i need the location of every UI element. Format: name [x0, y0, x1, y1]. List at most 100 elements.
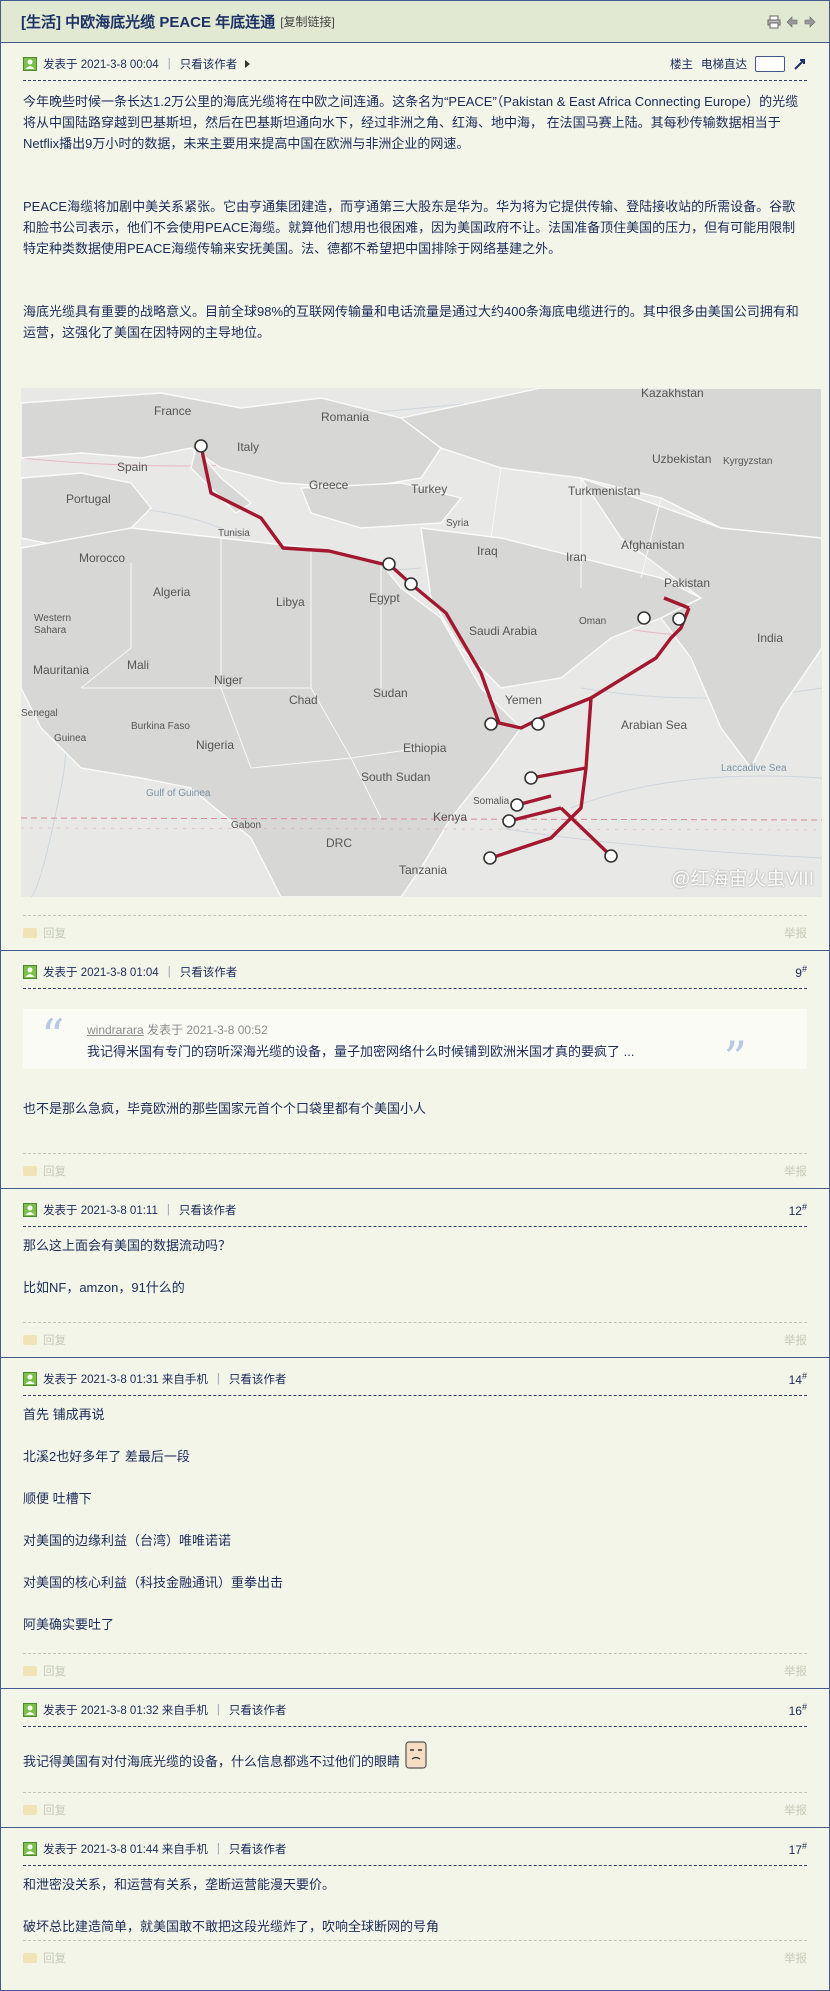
online-status-icon: [23, 965, 37, 979]
post-time: 发表于 2021-3-8 01:04: [43, 967, 159, 979]
previous-thread-icon[interactable]: [785, 15, 799, 29]
post-footer: 回复 举报: [23, 1322, 807, 1357]
post-paragraph: PEACE海缆将加剧中美关系紧张。它由亨通集团建造，而亨通第三大股东是华为。华为…: [23, 199, 796, 256]
online-status-icon: [23, 1842, 37, 1856]
reply-icon[interactable]: [23, 928, 37, 938]
post-paragraph: 北溪2也好多年了 差最后一段: [23, 1449, 190, 1464]
post-time: 发表于 2021-3-8 00:04: [43, 59, 159, 71]
map-label: Yemen: [505, 693, 542, 707]
map-label: Tanzania: [399, 863, 448, 877]
post-paragraph: 对美国的边缘利益（台湾）唯唯诺诺: [23, 1533, 232, 1548]
floor-number[interactable]: 17#: [789, 1841, 807, 1857]
map-label: Kazakhstan: [641, 388, 704, 400]
reply-icon[interactable]: [23, 1666, 37, 1676]
report-button[interactable]: 举报: [784, 1802, 807, 1818]
post-body: 那么这上面会有美国的数据流动吗？ 比如NF，amzon，91什么的: [23, 1235, 807, 1298]
map-label: Laccadive Sea: [721, 763, 787, 774]
quote-author[interactable]: windrarara: [87, 1023, 144, 1037]
post-footer: 回复 举报: [23, 1792, 807, 1827]
post-header: 发表于 2021-3-8 01:04 | 只看该作者 9#: [23, 951, 807, 989]
post-body: 今年晚些时候一条长达1.2万公里的海底光缆将在中欧之间连通。这条名为“PEACE…: [23, 91, 807, 343]
map-label: Chad: [289, 693, 318, 707]
reply-button[interactable]: 回复: [43, 1802, 66, 1818]
reply-icon[interactable]: [23, 1953, 37, 1963]
map-label: Pakistan: [664, 576, 711, 590]
only-author-link[interactable]: 只看该作者: [229, 1841, 287, 1857]
thread-category[interactable]: [生活]: [21, 14, 61, 31]
post-time: 发表于 2021-3-8 01:11: [43, 1205, 158, 1217]
post-9: 发表于 2021-3-8 01:04 | 只看该作者 9# “ windrara…: [1, 951, 829, 1189]
post-body: 和泄密没关系，和运营有关系，垄断运营能漫天要价。 破坏总比建造简单，就美国敢不敢…: [23, 1874, 807, 1937]
online-status-icon: [23, 1703, 37, 1717]
post-footer: 回复 举报: [23, 1940, 807, 1975]
post-paragraph: 今年晚些时候一条长达1.2万公里的海底光缆将在中欧之间连通。这条名为“PEACE…: [23, 94, 799, 151]
go-arrow-icon[interactable]: [793, 57, 807, 71]
map-label: Niger: [214, 673, 243, 687]
floor-number[interactable]: 12#: [789, 1202, 807, 1218]
post-paragraph: 和泄密没关系，和运营有关系，垄断运营能漫天要价。: [23, 1877, 336, 1892]
post-header: 发表于 2021-3-8 01:11 | 只看该作者 12#: [23, 1189, 807, 1227]
post-paragraph: 破坏总比建造简单，就美国敢不敢把这段光缆炸了，吹响全球断网的号角: [23, 1919, 440, 1934]
reply-button[interactable]: 回复: [43, 925, 66, 941]
map-label: Libya: [276, 595, 305, 609]
report-button[interactable]: 举报: [784, 925, 807, 941]
report-button[interactable]: 举报: [784, 1663, 807, 1679]
post-footer: 回复 举报: [23, 915, 807, 950]
map-label: France: [154, 404, 192, 418]
quote-close-icon: ”: [723, 1031, 747, 1085]
landing-station-marker: [510, 798, 524, 812]
thread-frame: [生活] 中欧海底光缆 PEACE 年底连通 [复制链接] 发表于 2021-3…: [0, 0, 830, 1991]
next-thread-icon[interactable]: [803, 15, 817, 29]
report-button[interactable]: 举报: [784, 1332, 807, 1348]
post-paragraph: 海底光缆具有重要的战略意义。目前全球98%的互联网传输量和电话流量是通过大约40…: [23, 304, 799, 340]
map-label: Mauritania: [33, 663, 90, 677]
map-label: Kenya: [433, 810, 468, 824]
report-button[interactable]: 举报: [784, 1950, 807, 1966]
print-icon[interactable]: [767, 15, 781, 29]
post-header: 发表于 2021-3-8 00:04 | 只看该作者 楼主 电梯直达: [23, 43, 807, 81]
report-button[interactable]: 举报: [784, 1163, 807, 1179]
reply-icon[interactable]: [23, 1166, 37, 1176]
only-author-link[interactable]: 只看该作者: [179, 1202, 237, 1218]
map-label: Saudi Arabia: [469, 624, 538, 638]
reply-button[interactable]: 回复: [43, 1332, 66, 1348]
floor-jump-input[interactable]: [755, 56, 785, 72]
post-paragraph: 那么这上面会有美国的数据流动吗？: [23, 1238, 232, 1253]
post-paragraph: 我记得美国有对付海底光缆的设备，什么信息都逃不过他们的眼睛: [23, 1754, 401, 1769]
map-label: Portugal: [66, 492, 111, 506]
reply-button[interactable]: 回复: [43, 1163, 66, 1179]
only-author-link[interactable]: 只看该作者: [180, 964, 238, 980]
floor-number[interactable]: 14#: [789, 1371, 807, 1387]
reply-icon[interactable]: [23, 1805, 37, 1815]
map-label: Algeria: [153, 585, 191, 599]
map-label: South Sudan: [361, 770, 431, 784]
floor-number[interactable]: 9#: [795, 964, 807, 980]
only-author-link[interactable]: 只看该作者: [229, 1702, 287, 1718]
copy-link-button[interactable]: [复制链接]: [280, 13, 335, 30]
emoji-face-icon: [405, 1740, 427, 1769]
arrow-right-icon[interactable]: [245, 60, 251, 68]
map-label: Gulf of Guinea: [146, 788, 211, 799]
post-time: 发表于 2021-3-8 01:44 来自手机: [43, 1844, 208, 1856]
post-body: 我记得美国有对付海底光缆的设备，什么信息都逃不过他们的眼睛: [23, 1740, 807, 1772]
post-paragraph: 首先 铺成再说: [23, 1407, 105, 1422]
image-watermark: @红海宙火虫VIII: [671, 869, 814, 890]
online-status-icon: [23, 57, 37, 71]
louzhu-label: 楼主: [670, 59, 693, 71]
post-paragraph: 也不是那么急疯，毕竟欧洲的那些国家元首个个口袋里都有个美国小人: [23, 1101, 427, 1116]
post-1: 发表于 2021-3-8 00:04 | 只看该作者 楼主 电梯直达 今年晚些时…: [1, 43, 829, 951]
floor-number[interactable]: 16#: [789, 1702, 807, 1718]
only-author-link[interactable]: 只看该作者: [180, 56, 238, 72]
map-label: Italy: [237, 440, 260, 454]
post-header: 发表于 2021-3-8 01:31 来自手机 | 只看该作者 14#: [23, 1358, 807, 1396]
reply-button[interactable]: 回复: [43, 1950, 66, 1966]
online-status-icon: [23, 1203, 37, 1217]
cable-segment: [663, 596, 690, 610]
quote-text: 我记得米国有专门的窃听深海光缆的设备，量子加密网络什么时候铺到欧洲米国才真的要疯…: [87, 1044, 635, 1059]
only-author-link[interactable]: 只看该作者: [229, 1371, 287, 1387]
post-footer: 回复 举报: [23, 1653, 807, 1688]
reply-button[interactable]: 回复: [43, 1663, 66, 1679]
post-header: 发表于 2021-3-8 01:44 来自手机 | 只看该作者 17#: [23, 1828, 807, 1866]
landing-station-marker: [531, 717, 545, 731]
reply-icon[interactable]: [23, 1335, 37, 1345]
